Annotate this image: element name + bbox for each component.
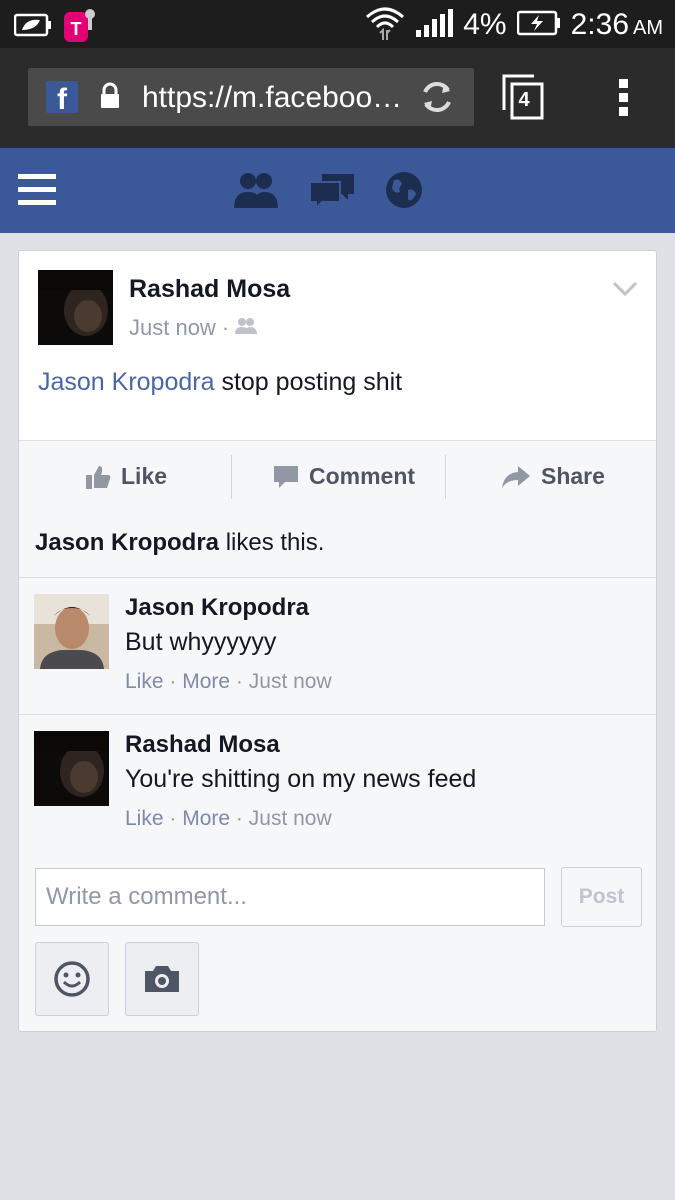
battery-percent: 4% [463,8,507,41]
likes-summary[interactable]: Jason Kropodra likes this. [19,512,656,578]
comment-label: Comment [309,463,416,489]
comment-bubble-icon [274,465,298,488]
avatar[interactable] [34,594,109,669]
address-bar[interactable]: f https://m.faceboo… [28,68,474,126]
photo-button[interactable] [125,942,199,1016]
menu-hamburger-icon[interactable] [18,172,58,211]
avatar[interactable] [38,270,113,345]
url-text[interactable]: https://m.faceboo… [142,81,402,115]
comment-button[interactable]: Comment [273,441,415,512]
post-button[interactable]: Post [561,867,642,927]
comment-text: But whyyyyyy [125,628,277,656]
camera-icon [145,966,179,992]
clock-time: 2:36 [570,8,629,41]
action-divider [445,455,446,499]
comment-item: Rashad Mosa You're shitting on my news f… [19,715,656,852]
signal-icon [415,8,454,43]
comment-timestamp: Just now [248,670,332,693]
battery-leaf-icon [13,12,52,43]
svg-text:T: T [71,19,82,39]
post-meta: Just now · [129,315,258,341]
friends-audience-icon [235,315,258,341]
likes-suffix: likes this. [219,529,325,556]
clock-ampm: AM [633,17,663,39]
likes-name[interactable]: Jason Kropodra [35,529,219,556]
t-mobile-icon: T [62,6,98,49]
tagged-user-link[interactable]: Jason Kropodra [38,368,215,396]
like-label: Like [121,463,168,489]
post-text-body: stop posting shit [214,368,403,396]
share-arrow-icon [502,465,530,488]
action-divider [231,455,232,499]
like-button[interactable]: Like [85,441,167,512]
facebook-favicon-icon: f [46,81,78,113]
meta-separator: · [169,807,177,830]
wifi-icon [365,5,405,46]
overflow-menu-icon[interactable] [618,78,630,123]
comment-more-link[interactable]: More [182,670,230,693]
notifications-globe-icon[interactable] [384,170,424,215]
post-text: Jason Kropodra stop posting shit [38,368,402,397]
share-label: Share [541,463,605,489]
comment-like-link[interactable]: Like [125,807,164,830]
post-card: Rashad Mosa Just now · Jason Kropodra st… [18,250,657,1032]
share-button[interactable]: Share [501,441,605,512]
post-actions-bar: Like Comment Share [19,440,656,513]
thumbs-up-icon [86,465,111,489]
friend-requests-icon[interactable] [232,170,280,215]
comment-author[interactable]: Jason Kropodra [125,594,309,622]
comment-author[interactable]: Rashad Mosa [125,731,280,759]
messages-icon[interactable] [308,170,356,215]
meta-separator: · [221,315,230,340]
comment-meta: Like · More · Just now [125,807,332,831]
meta-separator: · [235,807,243,830]
comment-composer: Post [19,851,656,1031]
comment-item: Jason Kropodra But whyyyyyy Like · More … [19,578,656,715]
post-author-name[interactable]: Rashad Mosa [129,275,290,304]
battery-charging-icon [516,10,561,41]
tab-count: 4 [518,89,530,111]
comment-more-link[interactable]: More [182,807,230,830]
comment-timestamp: Just now [248,807,332,830]
clock: 2:36 AM [571,8,663,42]
chevron-down-icon[interactable] [612,281,638,302]
browser-toolbar: f https://m.faceboo… 4 [0,48,675,148]
smiley-icon [54,961,90,997]
comment-like-link[interactable]: Like [125,670,164,693]
refresh-icon[interactable] [418,78,456,121]
avatar[interactable] [34,731,109,806]
meta-separator: · [235,670,243,693]
comment-meta: Like · More · Just now [125,670,332,694]
meta-separator: · [169,670,177,693]
comment-text: You're shitting on my news feed [125,765,477,793]
emoji-button[interactable] [35,942,109,1016]
facebook-navbar [0,148,675,233]
status-bar: T 4% 2:36 AM [0,0,675,48]
lock-icon [100,82,120,115]
comment-input[interactable] [35,868,545,926]
post-timestamp[interactable]: Just now [129,315,216,341]
